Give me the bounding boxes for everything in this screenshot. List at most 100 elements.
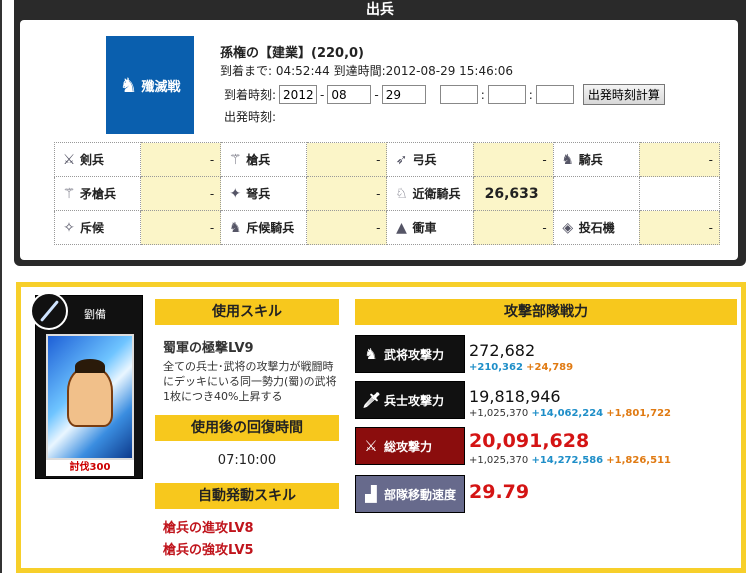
skill-name: 蜀軍の極撃LV9 bbox=[163, 341, 254, 356]
battle-type-label: 殲滅戦 bbox=[141, 79, 181, 95]
troop-cell: ➶ 弓兵 bbox=[386, 142, 474, 177]
troop-label: 矛槍兵 bbox=[80, 187, 117, 201]
month-input[interactable] bbox=[327, 85, 372, 104]
arrival-time-form: 到着時刻: - - : : 出発時刻計算 bbox=[224, 84, 665, 105]
auto-skill-item: 槍兵の進攻LV8 bbox=[163, 521, 254, 536]
time-separator: : bbox=[528, 87, 533, 102]
troop-table: ⚔ 剣兵 - ⚚ 槍兵 - ➶ 弓兵 - ♞ 騎兵 - ⚚ 矛槍兵 - ✦ 弩兵 - ♘ 近衛… bbox=[53, 142, 721, 245]
total-attack-bonus: +1,025,370 +14,272,586 +1,826,511 bbox=[469, 455, 671, 466]
troop-cell: ♞ 騎兵 bbox=[552, 142, 640, 177]
soldier-attack-value: 19,818,946 bbox=[469, 387, 561, 406]
troop-count: - bbox=[140, 210, 222, 245]
page-title: 出兵 bbox=[366, 2, 394, 18]
page-left-border bbox=[0, 0, 2, 573]
second-input[interactable] bbox=[535, 85, 574, 104]
table-row: ⚔ 剣兵 - ⚚ 槍兵 - ➶ 弓兵 - ♞ 騎兵 - bbox=[53, 142, 721, 177]
arrival-info: 到着まで: 04:52:44 到達時間:2012-08-29 15:46:06 bbox=[220, 64, 514, 78]
crossed-swords-icon: ⚔ bbox=[364, 437, 378, 455]
troop-label: 弩兵 bbox=[246, 187, 271, 201]
scout-icon: ✧ bbox=[63, 220, 75, 236]
table-row: ✧ 斥候 - ♞ 斥候騎兵 - ▲ 衝車 - ◈ 投石機 - bbox=[53, 210, 721, 245]
troop-label: 衝車 bbox=[412, 221, 437, 235]
general-attack-bonus: +210,362 +24,789 bbox=[469, 362, 574, 373]
troop-label: 剣兵 bbox=[80, 153, 105, 167]
troop-cell: ⚚ 槍兵 bbox=[220, 142, 308, 177]
total-attack-label: ⚔ 総攻撃力 bbox=[355, 427, 465, 465]
archer-icon: ➶ bbox=[395, 152, 408, 168]
recovery-time: 07:10:00 bbox=[217, 453, 277, 468]
general-attack-value: 272,682 bbox=[469, 341, 536, 360]
minute-input[interactable] bbox=[487, 85, 526, 104]
troop-count: - bbox=[472, 142, 554, 177]
spearman-icon: ⚚ bbox=[228, 152, 242, 168]
unit-summary-panel: 劉備 討伐300 使用スキル 蜀軍の極撃LV9 全ての兵士･武将の攻撃力が戦闘時… bbox=[16, 282, 746, 573]
troop-label: 槍兵 bbox=[246, 153, 271, 167]
battle-type-banner: ♞ 殲滅戦 bbox=[106, 36, 194, 134]
card-footer: 討伐300 bbox=[46, 460, 134, 476]
sword-icon bbox=[30, 292, 68, 330]
deploy-page: 出兵 ♞ 殲滅戦 孫権の【建業】(220,0) 到着まで: 04:52:44 到… bbox=[0, 0, 748, 573]
sword-icon: 🗡 bbox=[362, 391, 382, 409]
general-attack-label: ♞ 武将攻撃力 bbox=[355, 335, 465, 373]
troop-label: 投石機 bbox=[578, 221, 615, 235]
move-speed-label: ▟ 部隊移動速度 bbox=[355, 475, 465, 513]
arrival-time-label: 到着時刻: bbox=[224, 88, 277, 102]
time-separator: : bbox=[480, 87, 485, 102]
soldier-attack-label: 🗡 兵士攻撃力 bbox=[355, 381, 465, 419]
target-name: 孫権の【建業】(220,0) bbox=[220, 46, 365, 61]
general-icon: ♞ bbox=[364, 345, 378, 363]
date-separator: - bbox=[320, 87, 325, 102]
troop-cell: ⚔ 剣兵 bbox=[53, 142, 142, 177]
troop-count: - bbox=[638, 142, 721, 177]
catapult-icon: ◈ bbox=[562, 220, 574, 236]
troop-cell: ◈ 投石機 bbox=[552, 210, 640, 245]
hour-input[interactable] bbox=[439, 85, 478, 104]
troop-count: - bbox=[140, 176, 222, 211]
troop-count: 26,633 bbox=[472, 176, 554, 211]
auto-skill-header: 自動発動スキル bbox=[155, 483, 339, 509]
troop-count: - bbox=[306, 210, 388, 245]
horse-icon: ♞ bbox=[119, 73, 138, 97]
troop-label: 近衛騎兵 bbox=[412, 187, 461, 201]
move-speed-value: 29.79 bbox=[469, 481, 530, 503]
calc-departure-button[interactable]: 出発時刻計算 bbox=[582, 84, 665, 105]
troop-label: 斥候騎兵 bbox=[246, 221, 295, 235]
troop-cell: ♘ 近衛騎兵 bbox=[386, 176, 474, 211]
troop-count: - bbox=[306, 176, 388, 211]
deploy-panel-body: ♞ 殲滅戦 孫権の【建業】(220,0) 到着まで: 04:52:44 到達時間… bbox=[20, 20, 738, 260]
scout-cavalry-icon: ♞ bbox=[228, 220, 242, 236]
troop-cell-empty bbox=[552, 176, 640, 211]
date-separator: - bbox=[374, 87, 379, 102]
skill-description: 全ての兵士･武将の攻撃力が戦闘時にデッキにいる同一勢力(蜀)の武将1枚につき40… bbox=[163, 360, 337, 403]
attack-power-header: 攻撃部隊戦力 bbox=[355, 299, 737, 325]
recovery-header: 使用後の回復時間 bbox=[155, 415, 339, 441]
troop-cell: ▲ 衝車 bbox=[386, 210, 474, 245]
soldier-attack-bonus: +1,025,370 +14,062,224 +1,801,722 bbox=[469, 408, 671, 419]
boot-icon: ▟ bbox=[365, 485, 377, 503]
troop-cell: ✦ 弩兵 bbox=[220, 176, 308, 211]
troop-label: 騎兵 bbox=[578, 153, 603, 167]
year-input[interactable] bbox=[279, 85, 318, 104]
troop-count: - bbox=[140, 142, 222, 177]
troop-label: 弓兵 bbox=[412, 153, 437, 167]
total-attack-value: 20,091,628 bbox=[469, 430, 590, 452]
departure-time-label: 出発時刻: bbox=[224, 110, 277, 124]
swordsman-icon: ⚔ bbox=[62, 152, 76, 168]
card-general-name: 劉備 bbox=[84, 308, 106, 321]
troop-cell: ♞ 斥候騎兵 bbox=[220, 210, 308, 245]
pikeman-icon: ⚚ bbox=[62, 186, 76, 202]
auto-skill-item: 槍兵の強攻LV5 bbox=[163, 543, 254, 558]
table-row: ⚚ 矛槍兵 - ✦ 弩兵 - ♘ 近衛騎兵 26,633 bbox=[53, 176, 721, 211]
battering-ram-icon: ▲ bbox=[396, 220, 407, 236]
troop-label: 斥候 bbox=[80, 221, 105, 235]
general-card[interactable]: 劉備 討伐300 bbox=[30, 292, 143, 479]
day-input[interactable] bbox=[381, 85, 426, 104]
guard-cavalry-icon: ♘ bbox=[395, 186, 408, 202]
troop-cell: ✧ 斥候 bbox=[53, 210, 142, 245]
troop-count-empty bbox=[638, 176, 721, 211]
troop-count: - bbox=[472, 210, 554, 245]
troop-cell: ⚚ 矛槍兵 bbox=[53, 176, 142, 211]
crossbowman-icon: ✦ bbox=[229, 186, 242, 202]
cavalry-icon: ♞ bbox=[561, 152, 574, 168]
deploy-panel: 出兵 ♞ 殲滅戦 孫権の【建業】(220,0) 到着まで: 04:52:44 到… bbox=[14, 0, 746, 266]
